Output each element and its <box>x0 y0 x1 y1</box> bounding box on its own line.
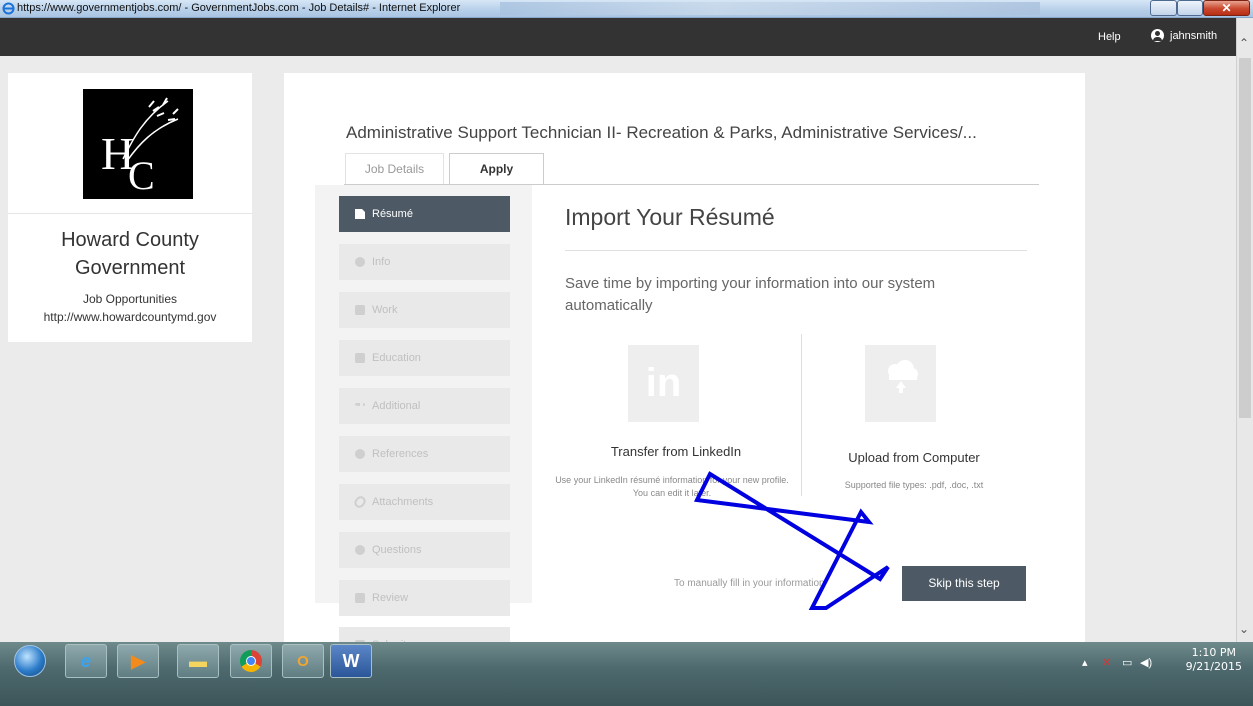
step-label: Work <box>372 304 398 316</box>
internet-explorer-icon <box>2 2 15 15</box>
system-tray: ▴ ✕ ▭ ◀) 1:10 PM 9/21/2015 <box>1070 646 1250 676</box>
browser-titlebar: https://www.governmentjobs.com/ - Govern… <box>0 0 1253 18</box>
chrome-icon <box>230 644 272 678</box>
options-separator <box>801 334 802 496</box>
user-menu[interactable]: jahnsmith <box>1151 29 1217 42</box>
user-icon <box>1151 29 1164 42</box>
svg-text:C: C <box>128 153 155 198</box>
cloud-upload-icon[interactable] <box>865 345 936 422</box>
organization-name: Howard County Government <box>61 229 199 279</box>
step-label: Additional <box>372 400 421 412</box>
skip-step-button[interactable]: Skip this step <box>902 566 1026 601</box>
info-icon <box>355 257 365 267</box>
organization-subtitle: Job Opportunities <box>82 292 178 306</box>
taskbar-internet-explorer[interactable]: e <box>65 643 107 679</box>
network-warning-icon[interactable]: ✕ <box>1102 656 1111 669</box>
taskbar-clock[interactable]: 1:10 PM 9/21/2015 <box>1186 646 1242 674</box>
clock-time: 1:10 PM <box>1191 646 1236 659</box>
file-icon <box>355 209 365 219</box>
upload-option-text: Supported file types: .pdf, .doc, .txt <box>844 480 984 490</box>
taskbar-media-player[interactable]: ▶ <box>117 643 159 679</box>
step-review[interactable]: Review <box>339 580 510 616</box>
clock-date: 9/21/2015 <box>1185 660 1242 673</box>
site-navbar: Help jahnsmith <box>0 18 1236 56</box>
taskbar-file-explorer[interactable]: ▬ <box>177 643 219 679</box>
job-title: Administrative Support Technician II- Re… <box>346 123 977 142</box>
tab-job-details[interactable]: Job Details <box>345 153 444 184</box>
org-divider <box>8 213 252 214</box>
close-window-button[interactable]: ✕ <box>1203 0 1250 16</box>
maximize-button[interactable] <box>1177 0 1203 16</box>
briefcase-icon <box>355 305 365 315</box>
step-label: Attachments <box>372 496 434 508</box>
step-education[interactable]: Education <box>339 340 510 376</box>
windows-start-icon <box>14 645 46 677</box>
book-icon <box>355 353 365 363</box>
review-icon <box>355 593 365 603</box>
step-label: Review <box>372 592 409 604</box>
step-label: Info <box>372 256 391 268</box>
step-additional[interactable]: Additional <box>339 388 510 424</box>
step-info[interactable]: Info <box>339 244 510 280</box>
outlook-icon: O <box>282 644 324 678</box>
manual-fill-text: To manually fill in your information <box>674 578 825 589</box>
tab-apply[interactable]: Apply <box>449 153 544 185</box>
word-icon: W <box>330 644 372 678</box>
application-card: Administrative Support Technician II- Re… <box>284 73 1085 663</box>
taskbar-outlook[interactable]: O <box>282 643 324 679</box>
power-icon[interactable]: ▭ <box>1122 656 1132 669</box>
volume-icon[interactable]: ◀) <box>1140 656 1152 669</box>
page-scrollbar[interactable]: ⌃ ⌄ <box>1236 18 1253 642</box>
minimize-button[interactable] <box>1150 0 1177 16</box>
linkedin-option-text: Use your LinkedIn résumé information for… <box>555 475 789 498</box>
organization-card: H C Howard County Government Job Opportu… <box>8 73 252 342</box>
upload-option-title[interactable]: Upload from Computer <box>814 450 1014 465</box>
step-label: References <box>372 448 429 460</box>
question-icon <box>355 545 365 555</box>
scroll-up-icon[interactable]: ⌃ <box>1239 36 1249 50</box>
windows-taskbar: e ▶ ▬ O W ▴ ✕ ▭ ◀) 1:10 PM 9/21/2015 <box>0 642 1253 706</box>
taskbar-chrome[interactable] <box>230 643 272 679</box>
step-questions[interactable]: Questions <box>339 532 510 568</box>
start-button[interactable] <box>8 643 52 679</box>
scrollbar-thumb[interactable] <box>1239 58 1251 418</box>
help-link[interactable]: Help <box>1098 31 1121 43</box>
speech-bubble-icon <box>355 449 365 459</box>
step-label: Résumé <box>372 208 413 220</box>
paperclip-icon <box>352 494 368 510</box>
step-work[interactable]: Work <box>339 292 510 328</box>
media-player-icon: ▶ <box>117 644 159 678</box>
organization-url[interactable]: http://www.howardcountymd.gov <box>8 310 252 324</box>
folder-icon: ▬ <box>177 644 219 678</box>
window-title: https://www.governmentjobs.com/ - Govern… <box>17 2 461 14</box>
dots-icon <box>355 403 365 409</box>
step-references[interactable]: References <box>339 436 510 472</box>
import-description: Save time by importing your information … <box>565 275 936 314</box>
step-label: Questions <box>372 544 422 556</box>
import-divider <box>565 250 1027 251</box>
linkedin-option-title[interactable]: Transfer from LinkedIn <box>568 444 784 459</box>
show-hidden-icons-icon[interactable]: ▴ <box>1082 656 1088 669</box>
import-resume-title: Import Your Résumé <box>565 204 775 230</box>
internet-explorer-icon: e <box>65 644 107 678</box>
howard-county-logo: H C <box>83 89 193 199</box>
username-label: jahnsmith <box>1170 29 1218 42</box>
taskbar-word[interactable]: W <box>330 643 372 679</box>
step-label: Education <box>372 352 421 364</box>
titlebar-blurred-area <box>500 2 1040 15</box>
linkedin-icon[interactable]: in <box>628 345 699 422</box>
scroll-down-icon[interactable]: ⌄ <box>1239 622 1249 636</box>
step-resume[interactable]: Résumé <box>339 196 510 232</box>
step-attachments[interactable]: Attachments <box>339 484 510 520</box>
